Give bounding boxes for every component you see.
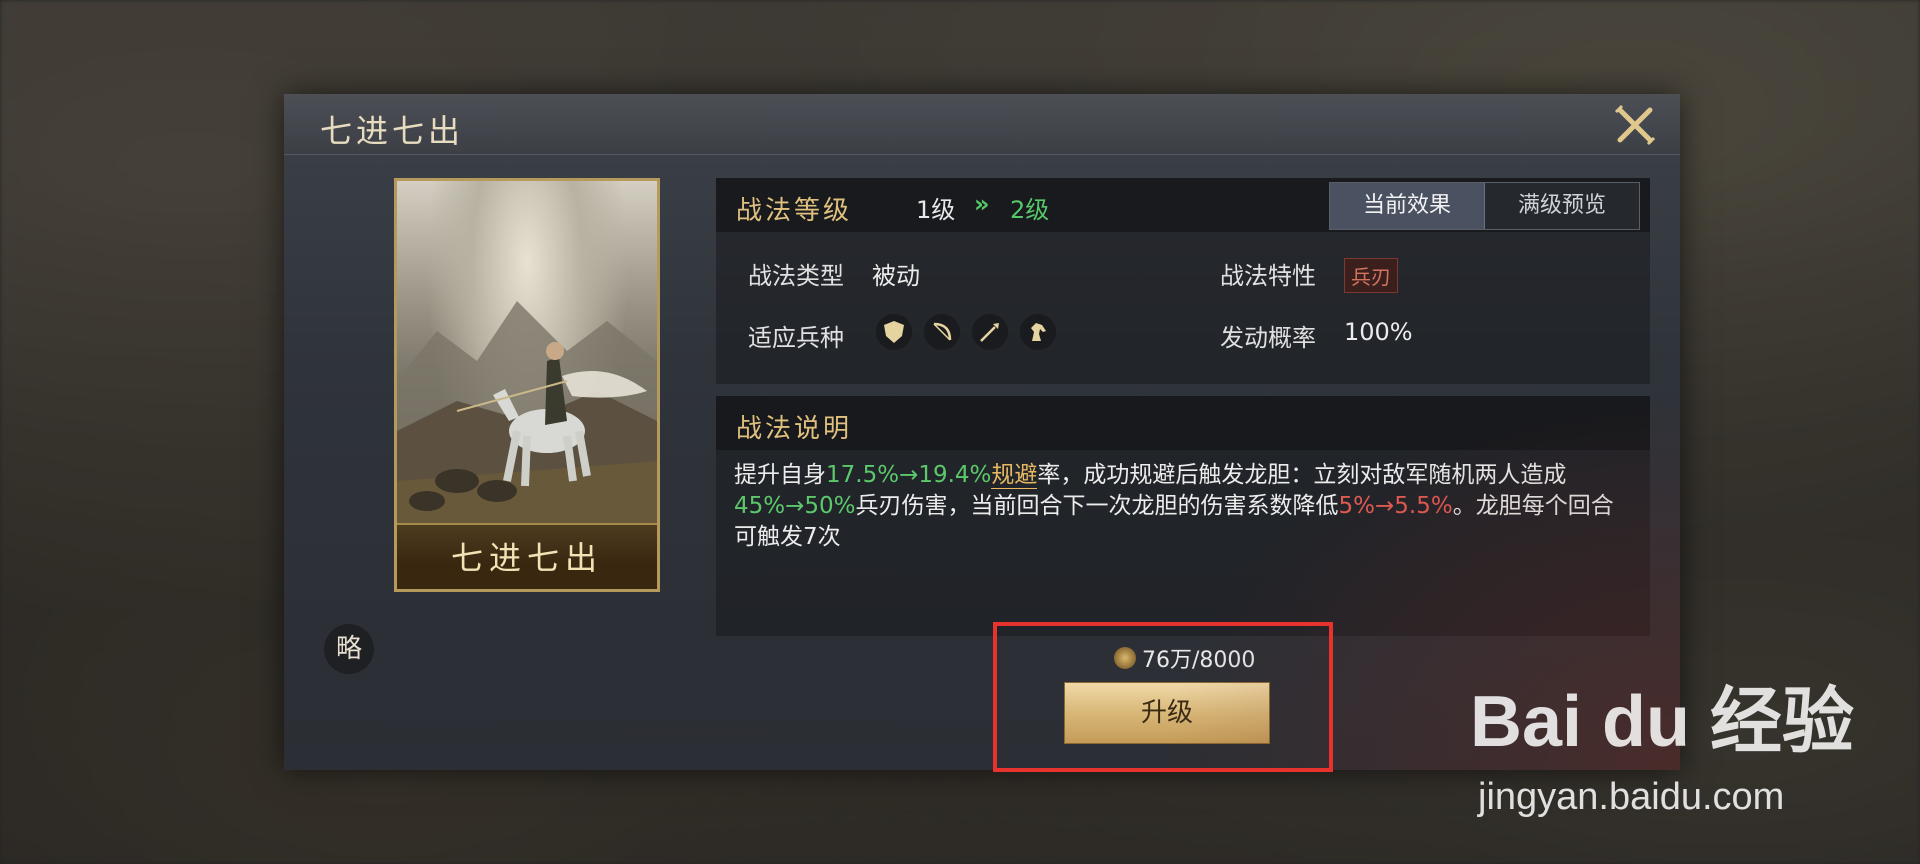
desc-highlight-green: 17.5%→19.4% (826, 462, 992, 488)
desc-seg: 提升自身 (734, 462, 826, 488)
description-label: 战法说明 (736, 414, 853, 444)
desc-seg: 兵刃伤害，当前回合下一次龙胆的伤害系数降低 (855, 493, 1339, 519)
card-name-band: 七进七出 (397, 523, 657, 589)
attributes-panel: 战法等级 1级 » 2级 当前效果 满级预览 战法类型 被动 战法特性 兵刃 适… (716, 178, 1650, 384)
skill-card: 七进七出 (394, 178, 660, 592)
troop-icons (876, 314, 1056, 350)
rate-value: 100% (1344, 318, 1413, 346)
tab-current-effect[interactable]: 当前效果 (1330, 183, 1485, 229)
tab-max-level-preview[interactable]: 满级预览 (1485, 183, 1639, 229)
desc-keyword-link[interactable]: 规避 (991, 462, 1038, 489)
level-from: 1级 (916, 196, 956, 224)
type-value: 被动 (872, 262, 920, 290)
card-name: 七进七出 (450, 539, 603, 577)
watermark: Bai du 经验 jingyan.baidu.com (1470, 652, 1910, 832)
level-label: 战法等级 (736, 196, 853, 226)
trait-label: 战法特性 (1220, 262, 1316, 290)
bow-icon (924, 314, 960, 350)
desc-highlight-red: 5%→5.5% (1338, 493, 1453, 519)
horse-icon (1020, 314, 1056, 350)
watermark-brand: Bai du 经验 (1470, 682, 1855, 762)
level-to: 2级 (1010, 196, 1050, 224)
shield-icon (876, 314, 912, 350)
description-header: 战法说明 (716, 396, 1650, 450)
desc-highlight-green: 45%→50% (734, 493, 856, 519)
level-arrow-icon: » (974, 190, 990, 218)
rate-label: 发动概率 (1220, 324, 1316, 352)
level-header: 战法等级 1级 » 2级 当前效果 满级预览 (716, 178, 1650, 232)
effect-tabs: 当前效果 满级预览 (1329, 182, 1640, 230)
close-button[interactable] (1614, 104, 1656, 146)
troop-label: 适应兵种 (748, 324, 844, 352)
highlight-box (993, 622, 1333, 772)
dialog-title-bar: 七进七出 (284, 94, 1680, 155)
close-icon (1614, 104, 1656, 146)
desc-seg: 率，成功规避后触发龙胆：立刻对敌军随机两人造成 (1037, 462, 1567, 488)
trait-badge: 兵刃 (1344, 258, 1398, 293)
dialog-title: 七进七出 (320, 112, 465, 150)
watermark-url: jingyan.baidu.com (1478, 776, 1785, 818)
spear-icon (972, 314, 1008, 350)
description-text: 提升自身17.5%→19.4%规避率，成功规避后触发龙胆：立刻对敌军随机两人造成… (734, 460, 1634, 553)
type-label: 战法类型 (748, 262, 844, 290)
strategy-type-badge[interactable]: 略 (324, 624, 374, 674)
description-panel: 战法说明 提升自身17.5%→19.4%规避率，成功规避后触发龙胆：立刻对敌军随… (716, 396, 1650, 636)
